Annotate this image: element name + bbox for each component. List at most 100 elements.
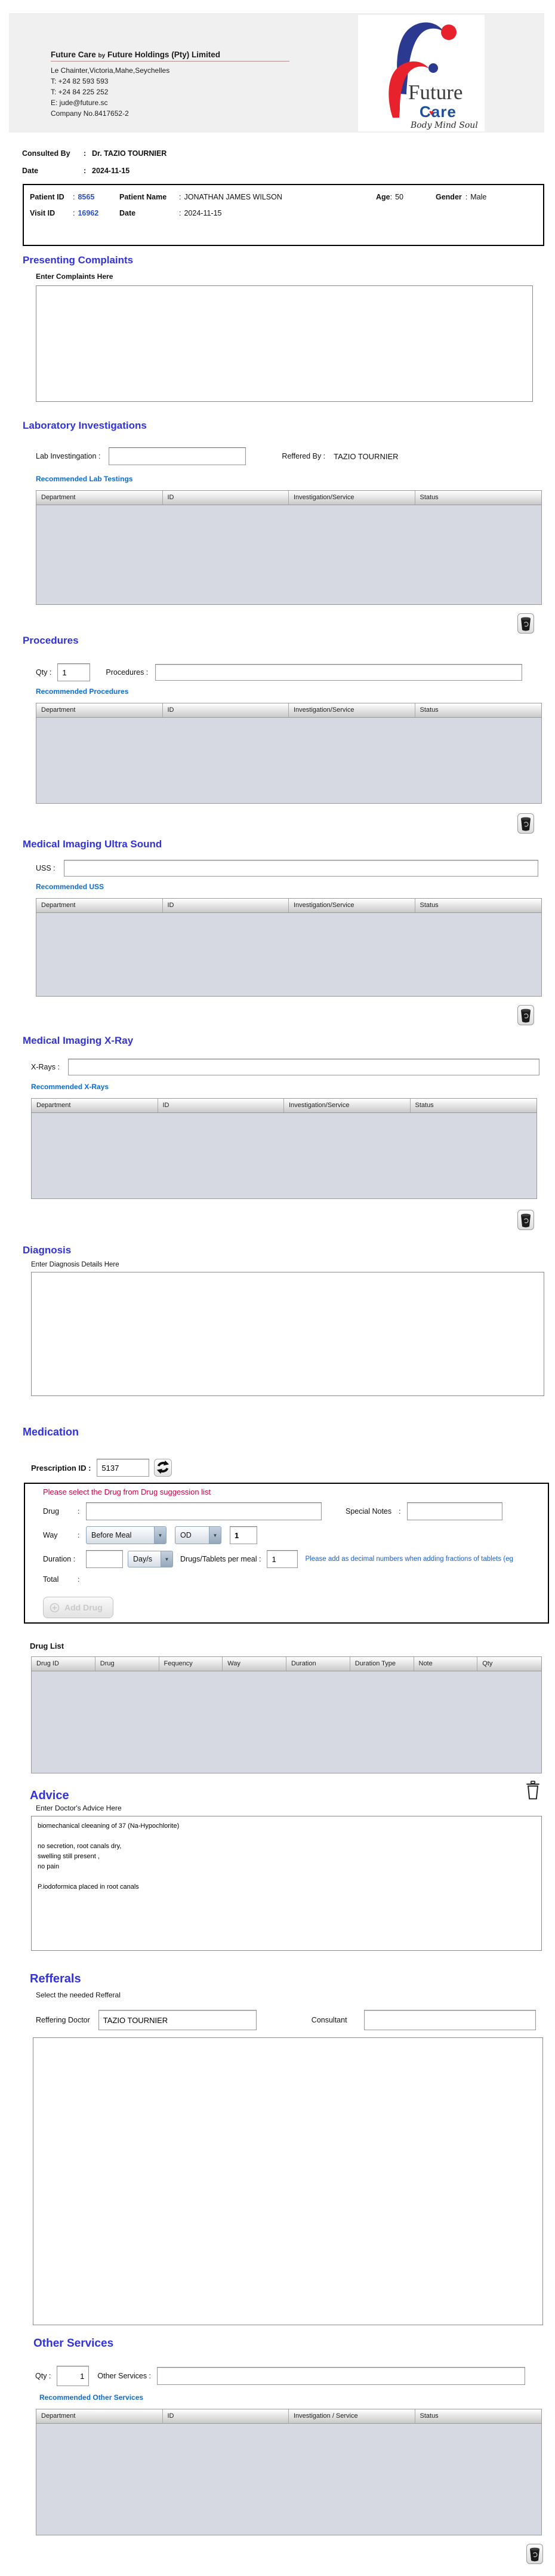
drug-list-table: Drug ID Drug Fequency Way Duration Durat…	[31, 1656, 542, 1773]
recommended-xrays-table: Department ID Investigation/Service Stat…	[31, 1098, 537, 1199]
referred-by-label: Reffered By :	[282, 452, 326, 460]
add-drug-button[interactable]: Add Drug	[43, 1597, 113, 1618]
svg-text:Future: Future	[408, 81, 462, 104]
col-drug-id: Drug ID	[32, 1657, 95, 1671]
consulted-by-label: Consulted By	[22, 149, 70, 158]
xray-table-body[interactable]	[32, 1113, 536, 1198]
meal-timing-select[interactable]: Before Meal ▼	[86, 1526, 166, 1544]
drug-list-delete-button[interactable]	[524, 1779, 542, 1801]
col-investigation-service: Investigation/Service	[289, 703, 415, 717]
company-info: Future Care by Future Holdings (Pty) Lim…	[51, 50, 289, 119]
col-department: Department	[36, 703, 163, 717]
age-value: 50	[395, 193, 404, 201]
referring-doctor-input[interactable]	[98, 2010, 257, 2030]
consult-date-row: Date : 2024-11-15	[22, 167, 130, 175]
gender-label: Gender	[436, 193, 462, 201]
xray-delete-button[interactable]	[517, 1210, 534, 1230]
col-department: Department	[36, 491, 163, 505]
col-department: Department	[36, 899, 163, 912]
section-title-referrals: Refferals	[30, 1972, 81, 1985]
col-investigation-service: Investigation/Service	[289, 899, 415, 912]
chevron-down-icon: ▼	[209, 1527, 221, 1544]
col-drug: Drug	[95, 1657, 159, 1671]
frequency-select[interactable]: OD ▼	[175, 1526, 221, 1544]
drug-label: Drug	[43, 1507, 60, 1516]
consultant-label: Consultant	[311, 2016, 347, 2024]
patient-info-bar: Patient ID:8565 Patient Name: JONATHAN JA…	[23, 184, 544, 246]
other-services-delete-button[interactable]	[526, 2544, 543, 2564]
prescription-id-label: Prescription ID :	[31, 1463, 91, 1473]
col-status: Status	[420, 706, 439, 714]
visit-id-label: Visit ID	[30, 209, 56, 217]
col-duration-type: Duration Type	[350, 1657, 414, 1671]
col-id: ID	[163, 491, 289, 505]
recommended-lab-testings-link[interactable]: Recommended Lab Testings	[36, 475, 555, 483]
referrals-listbox[interactable]	[33, 2037, 543, 2325]
recommended-lab-table: Department ID Investigation/Service Stat…	[36, 490, 542, 605]
complaints-textarea[interactable]	[36, 285, 533, 402]
visit-date-value: 2024-11-15	[184, 209, 222, 217]
diagnosis-label: Enter Diagnosis Details Here	[31, 1261, 119, 1268]
duration-input[interactable]	[86, 1550, 123, 1568]
procedures-input[interactable]	[155, 664, 523, 681]
procedures-label: Procedures :	[106, 668, 149, 677]
referring-doctor-label: Reffering Doctor	[36, 2016, 90, 2024]
consultation-block: Consulted By : Dr. TAZIO TOURNIER Date :…	[22, 149, 555, 175]
uss-table-body[interactable]	[36, 913, 541, 996]
procedures-table-body[interactable]	[36, 718, 541, 803]
date-value: 2024-11-15	[92, 167, 130, 175]
per-meal-label: Drugs/Tablets per meal :	[180, 1555, 261, 1563]
svg-text:Body Mind Soul: Body Mind Soul	[410, 121, 478, 130]
table-header: Department ID Investigation/Service Stat…	[36, 491, 541, 505]
consultant-input[interactable]	[363, 2010, 536, 2030]
drug-list-body[interactable]	[32, 1671, 541, 1773]
uss-delete-button[interactable]	[517, 1005, 534, 1025]
meal-timing-value: Before Meal	[91, 1531, 132, 1539]
xrays-input[interactable]	[67, 1059, 539, 1075]
drug-input[interactable]	[86, 1502, 322, 1520]
section-title-medication: Medication	[23, 1426, 79, 1438]
per-meal-input[interactable]	[267, 1550, 298, 1568]
title-underline	[51, 61, 289, 62]
lab-investigation-label: Lab Investingation :	[36, 452, 101, 460]
lab-investigation-input[interactable]	[109, 447, 246, 465]
recommended-uss-link[interactable]: Recommended USS	[36, 883, 555, 891]
age-label: Age	[376, 193, 390, 201]
consulted-by-row: Consulted By : Dr. TAZIO TOURNIER	[22, 149, 167, 158]
procedures-delete-button[interactable]	[517, 813, 534, 834]
section-title-advice: Advice	[30, 1789, 69, 1802]
other-services-input[interactable]	[157, 2367, 526, 2385]
table-header: Department ID Investigation/Service Stat…	[36, 703, 541, 718]
special-notes-input[interactable]	[407, 1502, 503, 1520]
date-label: Date	[22, 167, 39, 175]
recommended-procedures-link[interactable]: Recommended Procedures	[36, 687, 555, 696]
advice-textarea[interactable]: biomechanical cleeaning of 37 (Na-Hypoch…	[31, 1816, 542, 1951]
trash-icon	[521, 1213, 531, 1228]
way-qty-input[interactable]	[230, 1526, 257, 1544]
section-title-ultrasound: Medical Imaging Ultra Sound	[23, 838, 162, 850]
col-department: Department	[32, 1099, 158, 1112]
gender-value: Male	[470, 193, 487, 201]
procedures-qty-input[interactable]	[57, 663, 91, 681]
procedures-qty-label: Qty :	[36, 668, 52, 677]
future-care-logo: Future Care ♥ Body Mind Soul	[358, 15, 485, 131]
prescription-id-input[interactable]	[97, 1459, 150, 1477]
other-services-table-body[interactable]	[36, 2424, 541, 2535]
lab-delete-button[interactable]	[517, 613, 534, 634]
recommended-other-services-link[interactable]: Recommended Other Services	[39, 2393, 555, 2402]
duration-type-select[interactable]: Day/s ▼	[128, 1551, 173, 1567]
uss-input[interactable]	[63, 860, 538, 877]
total-label: Total	[43, 1575, 59, 1584]
section-title-procedures: Procedures	[23, 635, 79, 646]
col-department: Department	[36, 2409, 163, 2423]
refresh-prescription-button[interactable]	[154, 1459, 172, 1477]
recommended-xrays-link[interactable]: Recommended X-Rays	[31, 1083, 555, 1091]
logo-swoosh-icon: Future Care ♥ Body Mind Soul	[388, 22, 478, 130]
col-status: Status	[420, 494, 439, 501]
other-qty-input[interactable]	[57, 2366, 90, 2386]
lab-table-body[interactable]	[36, 505, 541, 604]
col-investigation-service: Investigation/Service	[284, 1099, 411, 1112]
diagnosis-textarea[interactable]	[31, 1272, 544, 1396]
decimal-note-text: Please add as decimal numbers when addin…	[305, 1556, 513, 1563]
visit-id-value: 16962	[78, 209, 99, 217]
